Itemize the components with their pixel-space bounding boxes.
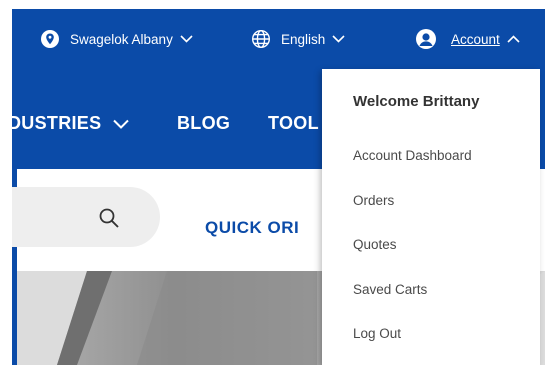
menu-item-orders[interactable]: Orders [353, 193, 394, 208]
globe-icon [251, 29, 271, 49]
menu-item-saved-carts[interactable]: Saved Carts [353, 282, 427, 297]
nav-industries[interactable]: DUSTRIES [12, 113, 130, 134]
utility-bar: Swagelok Albany English Account [12, 9, 545, 69]
menu-item-account-dashboard[interactable]: Account Dashboard [353, 148, 472, 163]
menu-item-log-out[interactable]: Log Out [353, 326, 401, 341]
location-pin-icon [40, 29, 60, 49]
search-box[interactable] [12, 187, 160, 247]
account-label: Account [451, 31, 500, 47]
chevron-down-icon [113, 113, 130, 134]
location-label: Swagelok Albany [70, 31, 173, 47]
nav-blog[interactable]: BLOG [177, 113, 230, 134]
nav-tools[interactable]: TOOL [268, 113, 319, 134]
language-selector[interactable]: English [251, 27, 345, 51]
chevron-down-icon [180, 35, 193, 43]
nav-industries-label: DUSTRIES [12, 113, 102, 133]
account-dropdown: Welcome Brittany Account Dashboard Order… [322, 69, 540, 365]
chevron-up-icon [507, 35, 520, 43]
quick-order-link[interactable]: QUICK ORI [205, 218, 299, 238]
account-menu-toggle[interactable]: Account [415, 27, 520, 51]
welcome-heading: Welcome Brittany [353, 93, 480, 110]
chevron-down-icon [332, 35, 345, 43]
language-label: English [281, 31, 326, 47]
browser-viewport: Swagelok Albany English Account DUSTRIES… [12, 9, 545, 365]
menu-item-quotes[interactable]: Quotes [353, 237, 397, 252]
location-selector[interactable]: Swagelok Albany [40, 27, 193, 51]
search-icon[interactable] [98, 207, 120, 229]
user-icon [415, 28, 437, 50]
